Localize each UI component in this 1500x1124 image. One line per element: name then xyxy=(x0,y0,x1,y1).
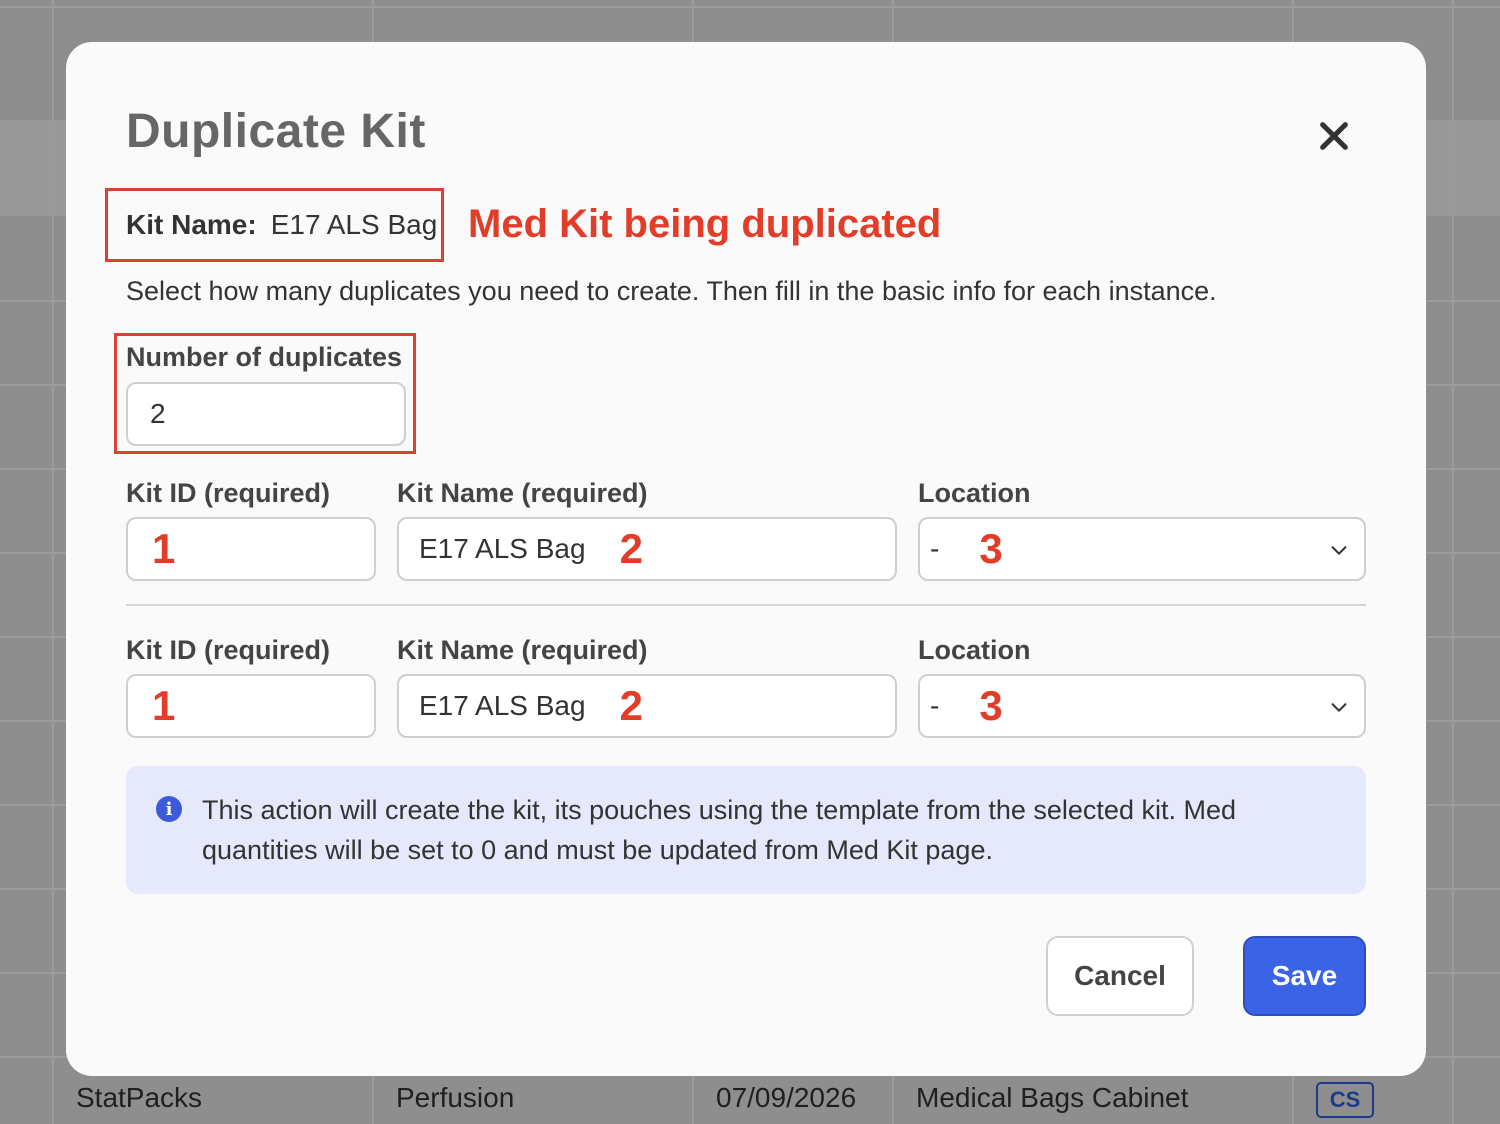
grid-line xyxy=(1452,0,1454,1124)
instructions-text: Select how many duplicates you need to c… xyxy=(126,276,1217,306)
duplicate-kit-modal: Duplicate Kit Kit Name: E17 ALS Bag Med … xyxy=(66,42,1426,1076)
location-label: Location xyxy=(918,478,1031,508)
kit-name-input[interactable]: E17 ALS Bag 2 xyxy=(397,674,897,738)
location-select[interactable]: - 3 xyxy=(918,674,1366,738)
location-label: Location xyxy=(918,635,1031,665)
annotation-marker: 2 xyxy=(619,682,643,729)
info-text: This action will create the kit, its pou… xyxy=(202,795,1236,865)
location-select[interactable]: - 3 xyxy=(918,517,1366,581)
kit-name-value: E17 ALS Bag xyxy=(270,209,438,240)
kit-name-input[interactable]: E17 ALS Bag 2 xyxy=(397,517,897,581)
kit-id-label: Kit ID (required) xyxy=(126,478,331,508)
table-cell: Medical Bags Cabinet xyxy=(916,1082,1189,1113)
cancel-button[interactable]: Cancel xyxy=(1046,936,1194,1016)
modal-title: Duplicate Kit xyxy=(126,105,426,158)
kit-id-label: Kit ID (required) xyxy=(126,635,331,665)
divider xyxy=(126,604,1366,606)
number-of-duplicates-input[interactable] xyxy=(126,382,406,446)
info-callout: i This action will create the kit, its p… xyxy=(126,766,1366,894)
table-cell: 07/09/2026 xyxy=(716,1082,857,1113)
grid-line xyxy=(0,6,1500,8)
cs-badge: CS xyxy=(1316,1082,1374,1118)
close-button[interactable] xyxy=(1312,114,1356,158)
chevron-down-icon xyxy=(1331,703,1347,712)
location-value: - xyxy=(930,533,940,564)
chevron-down-icon xyxy=(1331,546,1347,555)
kit-name-label: Kit Name (required) xyxy=(397,478,648,508)
kit-name-input-value: E17 ALS Bag xyxy=(419,690,586,721)
kit-id-input[interactable]: 1 xyxy=(126,517,376,581)
info-icon: i xyxy=(156,796,182,822)
number-of-duplicates-label: Number of duplicates xyxy=(126,342,403,372)
annotation-marker: 3 xyxy=(979,525,1003,572)
kit-name-label: Kit Name (required) xyxy=(397,635,648,665)
annotation-text: Med Kit being duplicated xyxy=(468,202,942,246)
source-kit-name: Kit Name: E17 ALS Bag xyxy=(105,188,444,262)
close-icon xyxy=(1320,122,1348,150)
kit-id-input[interactable]: 1 xyxy=(126,674,376,738)
kit-name-input-value: E17 ALS Bag xyxy=(419,533,586,564)
grid-line xyxy=(52,0,54,1124)
table-cell: StatPacks xyxy=(76,1082,203,1113)
annotation-marker: 2 xyxy=(619,525,643,572)
save-button[interactable]: Save xyxy=(1243,936,1366,1016)
table-cell: Perfusion xyxy=(396,1082,515,1113)
kit-name-label: Kit Name: xyxy=(126,209,257,240)
annotation-marker: 1 xyxy=(152,525,176,572)
annotation-marker: 1 xyxy=(152,682,176,729)
annotation-marker: 3 xyxy=(979,682,1003,729)
location-value: - xyxy=(930,690,940,721)
